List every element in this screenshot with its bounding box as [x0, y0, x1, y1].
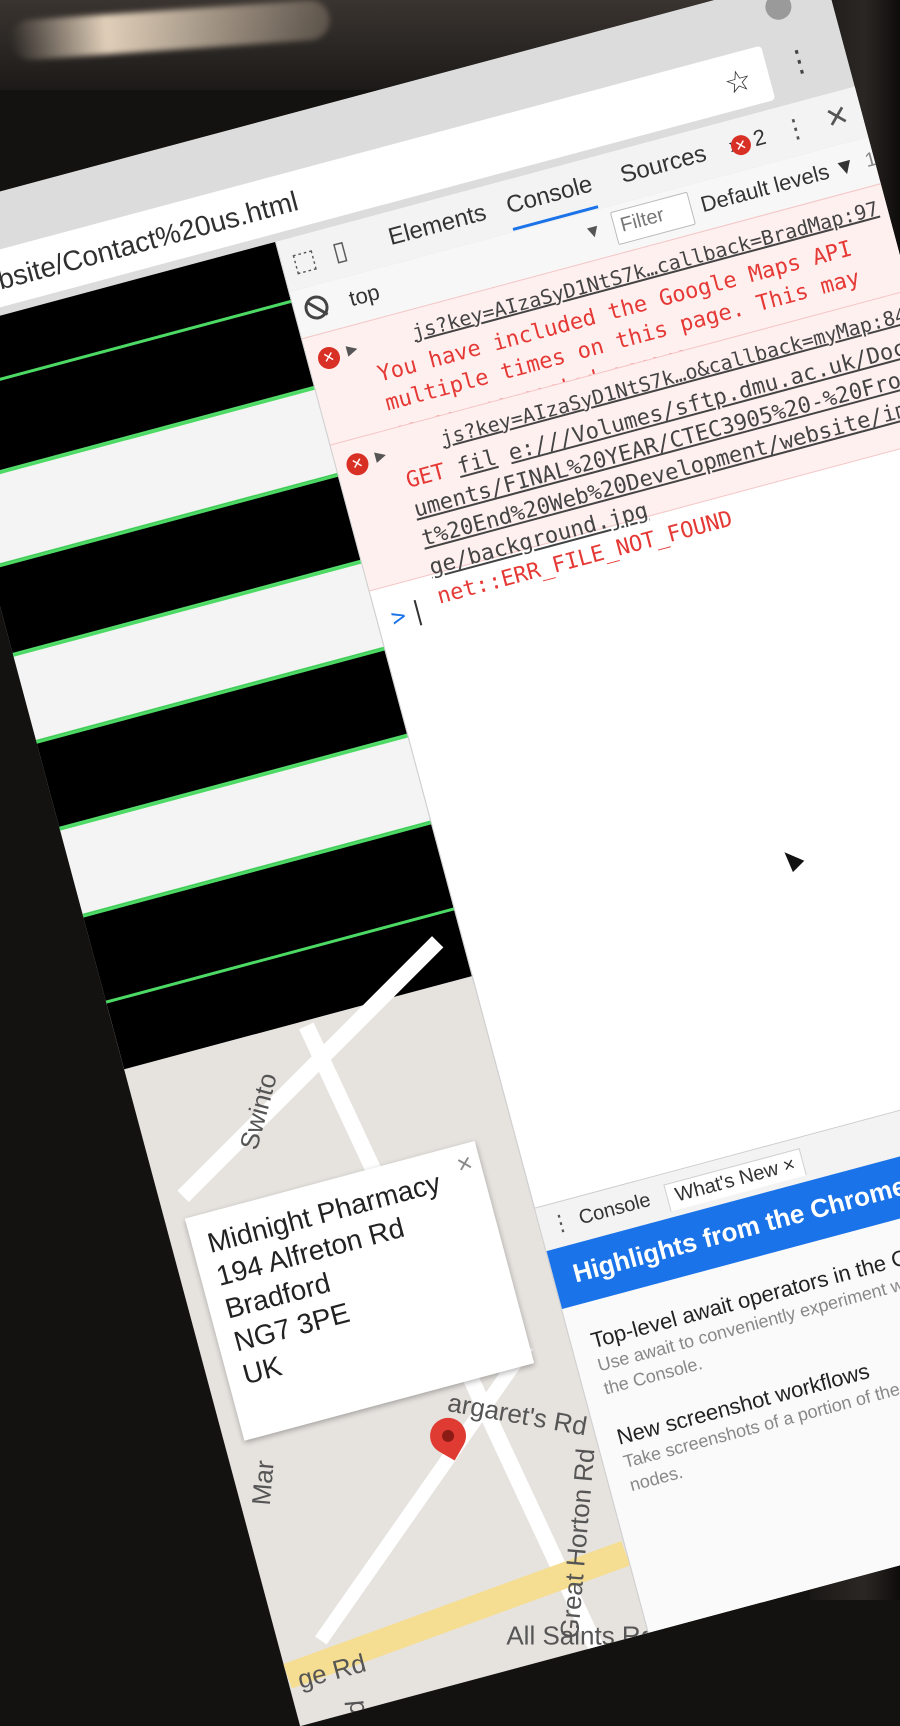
street-label: All Saints Rd: [506, 1620, 656, 1651]
browser-menu-icon[interactable]: ⋮: [780, 41, 819, 83]
street-label: Rd: [339, 1698, 373, 1726]
device-toolbar-icon[interactable]: ▯: [329, 234, 351, 268]
prompt-chevron-icon: >: [387, 601, 410, 633]
clear-console-icon[interactable]: [301, 292, 332, 323]
error-count: 2: [750, 123, 769, 152]
error-icon: ✕: [728, 132, 753, 158]
bookmark-star-icon[interactable]: ☆: [721, 62, 756, 103]
console-prompt[interactable]: >: [388, 598, 423, 632]
inspect-element-icon[interactable]: ⬚: [288, 242, 320, 278]
browser-screen: ent/website/Contact%20us.html ☆ ⋮ Swinto…: [0, 0, 900, 1726]
error-icon: ✕: [315, 344, 343, 372]
street-label: Great Horton Rd: [553, 1447, 601, 1640]
street-label: Mar: [245, 1459, 280, 1507]
close-devtools-icon[interactable]: ✕: [822, 98, 853, 136]
ceiling-light: [8, 0, 332, 62]
mouse-pointer-icon: [778, 846, 805, 873]
error-icon: ✕: [344, 450, 371, 478]
drawer-menu-icon[interactable]: ⋮: [547, 1208, 575, 1239]
request-method: GET: [403, 459, 449, 494]
profile-icon[interactable]: [762, 0, 795, 23]
error-count-badge[interactable]: ✕2: [727, 124, 769, 158]
drawer-tab-console[interactable]: Console: [576, 1189, 653, 1230]
chevron-down-icon[interactable]: ▼: [582, 219, 605, 244]
text-caret: [414, 599, 423, 626]
expand-triangle-icon[interactable]: ▶: [344, 338, 360, 361]
close-icon[interactable]: ×: [781, 1153, 798, 1177]
file-link[interactable]: fil: [455, 446, 500, 480]
expand-triangle-icon[interactable]: ▶: [372, 444, 388, 467]
devtools-menu-icon[interactable]: ⋮: [779, 111, 812, 148]
context-selector[interactable]: top: [346, 279, 382, 312]
